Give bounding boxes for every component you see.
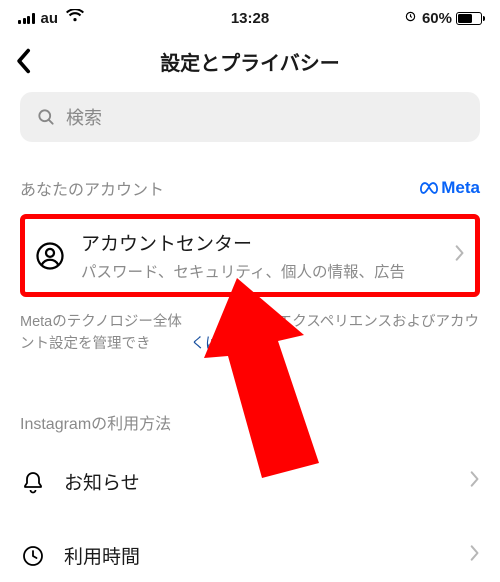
meta-logo: Meta (420, 178, 480, 198)
lock-icon (405, 11, 416, 25)
chevron-right-icon (455, 244, 465, 267)
meta-desc-link[interactable]: くはこちら (191, 336, 264, 352)
meta-description: Metaのテクノロジー全体 テッドエクスペリエンスおよびアカウント設定を管理でき… (20, 311, 480, 356)
status-bar: au 13:28 60% (0, 0, 500, 36)
page-title: 設定とプライバシー (160, 47, 340, 76)
chevron-right-icon (470, 470, 480, 493)
battery-icon (456, 12, 482, 25)
meta-desc-prefix: Metaのテクノロジー全体 (20, 314, 182, 330)
chevron-right-icon (470, 544, 480, 567)
account-center-row[interactable]: アカウントセンター パスワード、セキュリティ、個人の情報、広告 (20, 214, 480, 297)
chevron-left-icon (14, 48, 32, 74)
your-account-heading-text: あなたのアカウント (20, 176, 164, 200)
notifications-row[interactable]: お知らせ (20, 456, 480, 508)
carrier-text: au (41, 10, 59, 27)
search-icon (36, 107, 56, 127)
instagram-section-heading: Instagramの利用方法 (20, 410, 480, 434)
search-input[interactable]: 検索 (20, 92, 480, 142)
clock-icon (20, 544, 46, 568)
status-right: 60% (405, 10, 482, 27)
bell-icon (20, 469, 46, 495)
battery-pct: 60% (422, 10, 452, 27)
page-header: 設定とプライバシー (0, 36, 500, 86)
account-center-subtitle: パスワード、セキュリティ、個人の情報、広告 (81, 260, 441, 282)
usage-time-label: 利用時間 (64, 542, 452, 569)
meta-logo-text: Meta (441, 178, 480, 198)
usage-time-row[interactable]: 利用時間 (20, 530, 480, 582)
person-circle-icon (33, 239, 67, 273)
signal-icon (18, 13, 35, 24)
back-button[interactable] (14, 48, 32, 74)
status-left: au (18, 9, 84, 27)
search-placeholder: 検索 (66, 104, 102, 130)
notifications-label: お知らせ (64, 468, 452, 495)
wifi-icon (66, 9, 84, 27)
account-center-title: アカウントセンター (81, 229, 441, 256)
status-time: 13:28 (231, 10, 269, 27)
meta-infinity-icon (420, 182, 438, 194)
your-account-section-heading: あなたのアカウント Meta (20, 176, 480, 200)
